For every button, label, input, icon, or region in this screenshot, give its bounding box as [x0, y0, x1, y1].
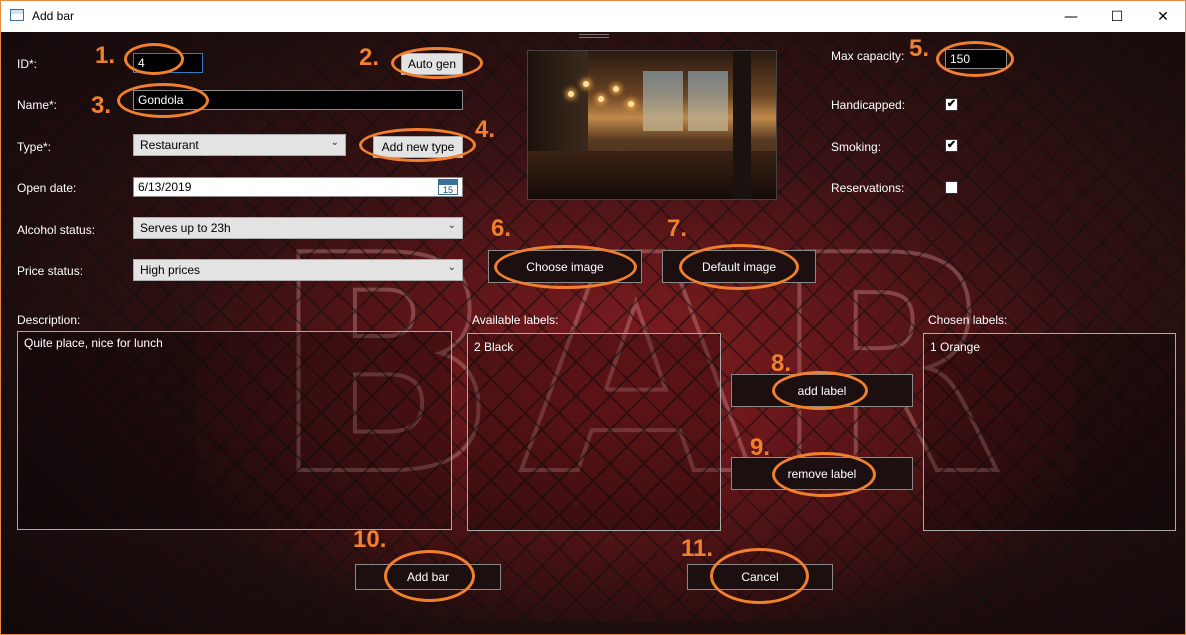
handicapped-checkbox[interactable]: ✔ — [945, 98, 958, 111]
annotation-circle — [679, 244, 799, 290]
price-status-label: Price status: — [17, 264, 84, 278]
available-labels-list[interactable]: 2 Black — [467, 333, 721, 531]
photo-column — [733, 51, 751, 199]
annotation-circle — [772, 371, 868, 410]
annotation-number-7: 7. — [667, 215, 688, 242]
maximize-button[interactable]: ☐ — [1094, 1, 1140, 32]
open-date-value: 6/13/2019 — [138, 180, 192, 194]
name-label: Name*: — [17, 98, 58, 112]
resize-grip[interactable] — [579, 34, 609, 38]
id-label: ID*: — [17, 57, 38, 71]
annotation-circle — [391, 47, 483, 79]
type-label: Type*: — [17, 140, 52, 154]
reservations-label: Reservations: — [831, 181, 905, 195]
annotation-circle — [710, 548, 809, 604]
photo-light — [583, 81, 589, 87]
annotation-circle — [772, 452, 876, 497]
annotation-circle — [124, 43, 184, 75]
annotation-circle — [494, 245, 637, 289]
chevron-down-icon: ⌄ — [330, 137, 339, 148]
alcohol-status-label: Alcohol status: — [17, 223, 96, 237]
annotation-number-1: 1. — [95, 42, 116, 69]
chosen-labels-title: Chosen labels: — [928, 313, 1008, 327]
calendar-icon[interactable]: 15 — [438, 179, 458, 195]
annotation-number-11: 11. — [681, 535, 714, 562]
annotation-number-5: 5. — [909, 35, 930, 62]
open-date-label: Open date: — [17, 181, 77, 195]
type-select-value: Restaurant — [140, 138, 199, 152]
description-label: Description: — [17, 313, 81, 327]
handicapped-label: Handicapped: — [831, 98, 906, 112]
close-button[interactable]: ✕ — [1140, 1, 1185, 32]
price-status-select[interactable]: High prices ⌄ — [133, 259, 463, 281]
price-status-value: High prices — [140, 263, 201, 277]
add-bar-window: Add bar — ☐ ✕ BAR ID*: 4 Auto gen Name*:… — [0, 0, 1186, 635]
type-select[interactable]: Restaurant ⌄ — [133, 134, 346, 156]
window-title: Add bar — [32, 9, 75, 23]
chosen-labels-list[interactable]: 1 Orange — [923, 333, 1176, 531]
list-item[interactable]: 1 Orange — [930, 338, 1169, 354]
annotation-number-8: 8. — [771, 350, 792, 377]
chevron-down-icon: ⌄ — [447, 220, 456, 231]
photo-window — [643, 71, 683, 131]
title-bar[interactable]: Add bar — ☐ ✕ — [1, 1, 1185, 32]
photo-light — [568, 91, 574, 97]
list-item[interactable]: 2 Black — [474, 338, 714, 354]
annotation-circle — [936, 41, 1014, 77]
minimize-button[interactable]: — — [1048, 1, 1094, 32]
available-labels-title: Available labels: — [472, 313, 559, 327]
annotation-number-10: 10. — [353, 526, 387, 553]
app-window-icon — [10, 9, 24, 21]
photo-light — [598, 96, 604, 102]
annotation-circle — [384, 550, 475, 602]
annotation-circle — [117, 83, 209, 118]
reservations-checkbox[interactable] — [945, 181, 958, 194]
max-capacity-label: Max capacity: — [831, 49, 905, 63]
annotation-number-6: 6. — [491, 215, 512, 242]
annotation-number-4: 4. — [475, 116, 496, 143]
annotation-number-2: 2. — [359, 44, 380, 71]
description-textarea[interactable]: Quite place, nice for lunch — [17, 331, 452, 530]
photo-light — [613, 86, 619, 92]
annotation-circle — [359, 128, 476, 162]
bar-image-preview — [527, 50, 777, 200]
form-area: BAR ID*: 4 Auto gen Name*: Gondola Type*… — [1, 32, 1185, 634]
photo-window — [688, 71, 728, 131]
photo-light — [628, 101, 634, 107]
open-date-picker[interactable]: 6/13/2019 15 — [133, 177, 463, 197]
annotation-number-9: 9. — [750, 434, 771, 461]
smoking-checkbox[interactable]: ✔ — [945, 139, 958, 152]
alcohol-status-select[interactable]: Serves up to 23h ⌄ — [133, 217, 463, 239]
chevron-down-icon: ⌄ — [447, 262, 456, 273]
alcohol-status-value: Serves up to 23h — [140, 221, 231, 235]
smoking-label: Smoking: — [831, 140, 882, 154]
annotation-number-3: 3. — [91, 92, 112, 119]
